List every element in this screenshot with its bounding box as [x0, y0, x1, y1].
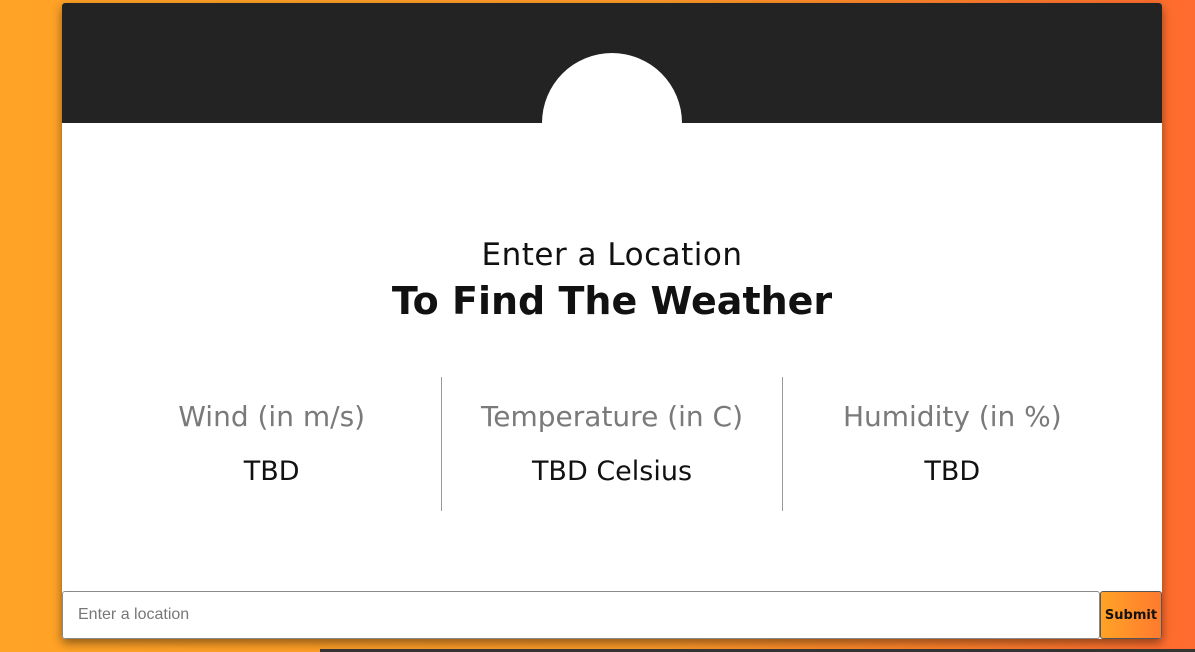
stat-value: TBD [924, 456, 981, 487]
stat-label: Humidity (in %) [842, 400, 1062, 433]
avatar [542, 53, 682, 193]
stat-temperature: Temperature (in C) TBD Celsius [441, 377, 781, 511]
stat-value: TBD Celsius [531, 456, 693, 487]
stat-value: TBD [243, 456, 300, 487]
submit-button[interactable]: Submit [1100, 591, 1162, 639]
search-bar: Submit [62, 591, 1162, 639]
page-title: Enter a Location To Find The Weather [62, 235, 1162, 327]
location-input[interactable] [62, 591, 1100, 639]
weather-card: Enter a Location To Find The Weather Win… [62, 3, 1162, 639]
weather-stats: Wind (in m/s) TBD Temperature (in C) TBD… [102, 377, 1122, 511]
stat-humidity: Humidity (in %) TBD [781, 377, 1122, 511]
stat-label: Wind (in m/s) [178, 400, 366, 433]
heading-line-1: Enter a Location [481, 237, 743, 273]
heading-line-2: To Find The Weather [391, 279, 833, 323]
stat-wind: Wind (in m/s) TBD [102, 377, 441, 511]
stat-label: Temperature (in C) [480, 400, 744, 433]
